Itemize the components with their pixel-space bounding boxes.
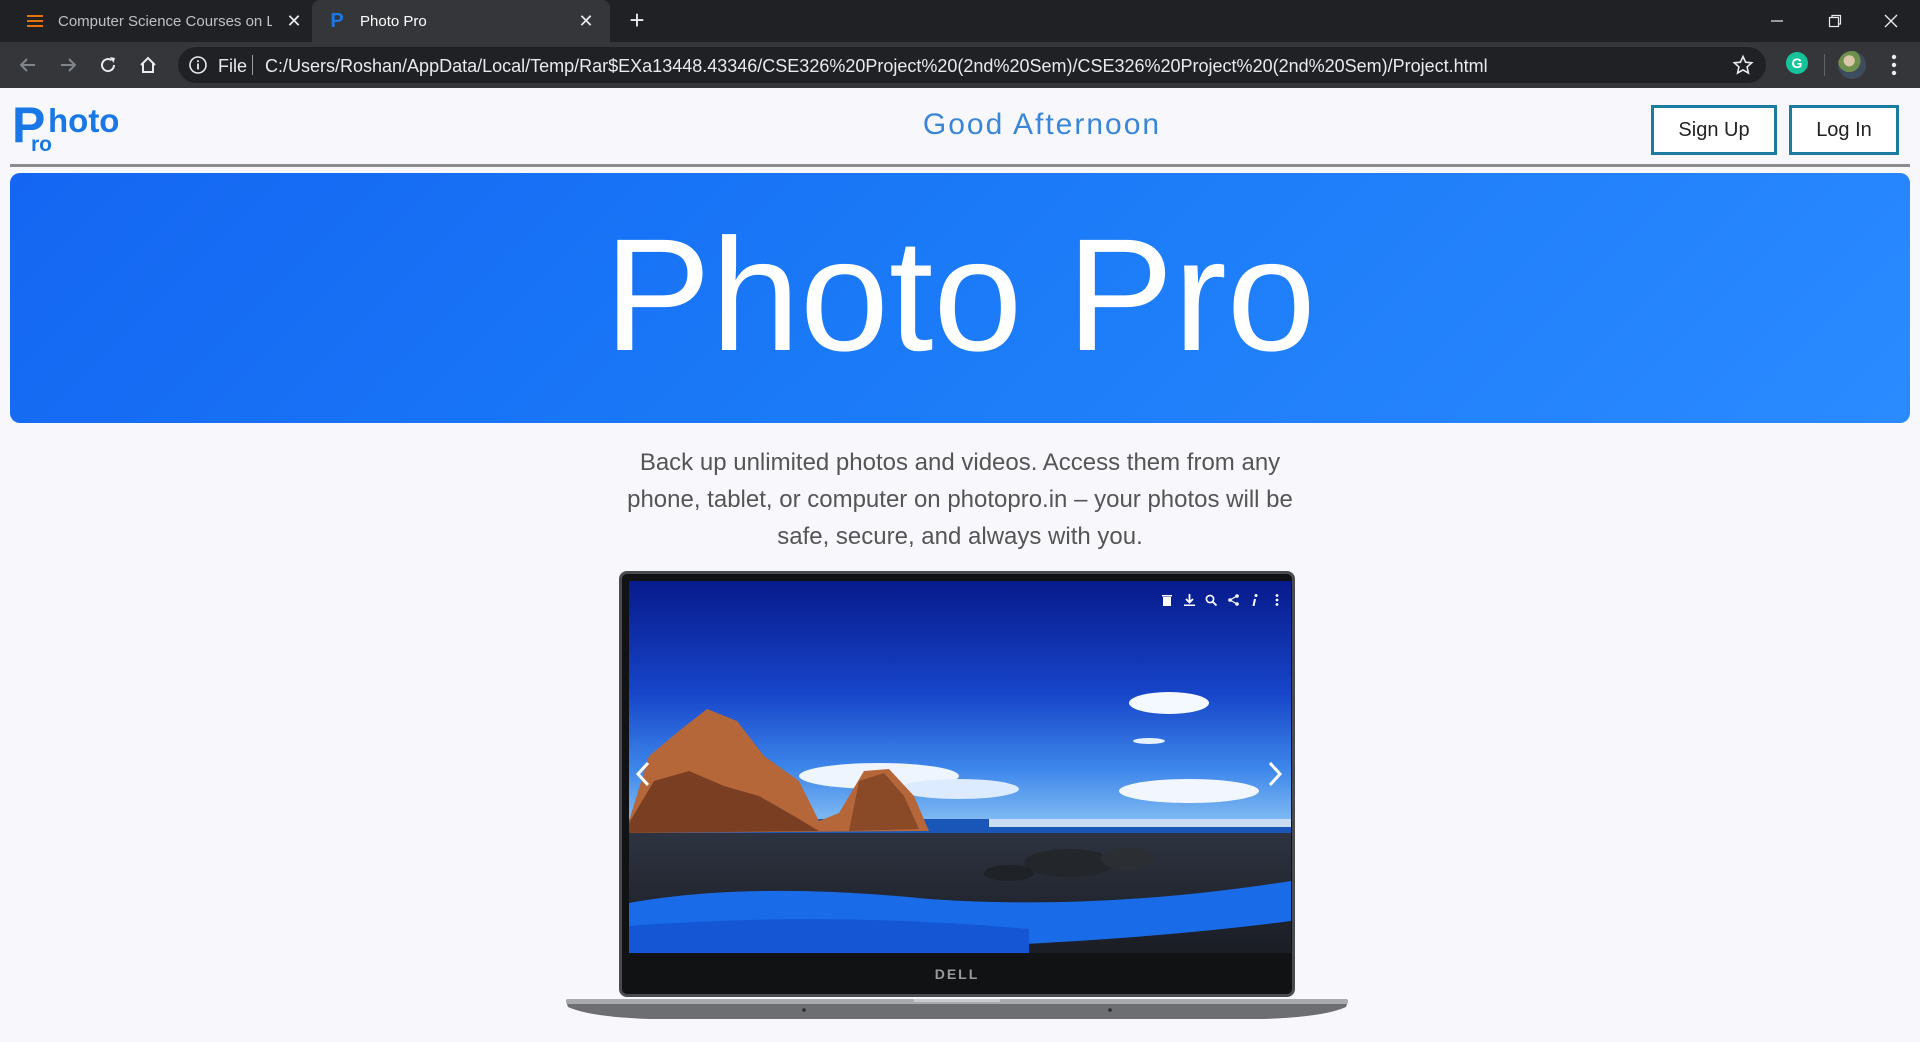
home-icon[interactable] — [134, 51, 162, 79]
share-icon[interactable] — [1227, 593, 1239, 607]
chevron-left-icon[interactable] — [631, 757, 655, 791]
tab-title: Photo Pro — [360, 12, 427, 30]
laptop-base — [564, 995, 1350, 1023]
close-icon[interactable]: ✕ — [284, 11, 304, 31]
minimize-icon[interactable] — [1760, 6, 1794, 36]
zoom-icon[interactable] — [1205, 593, 1217, 607]
profile-avatar[interactable] — [1838, 51, 1866, 79]
more-vert-icon[interactable] — [1271, 593, 1283, 607]
laptop-brand-logo: DELL — [934, 966, 980, 982]
separator — [1824, 54, 1825, 76]
new-tab-button[interactable]: + — [624, 7, 650, 34]
page-content: P hoto ro Good Afternoon Sign Up Log In … — [0, 88, 1920, 1042]
laptop-lid: DELL — [619, 571, 1295, 997]
tab-photo-pro[interactable]: P Photo Pro ✕ — [312, 0, 610, 42]
info-icon[interactable] — [188, 55, 208, 75]
sign-up-button[interactable]: Sign Up — [1651, 105, 1777, 155]
grammarly-extension-icon[interactable]: G — [1786, 52, 1808, 74]
star-icon[interactable] — [1732, 54, 1754, 76]
restore-icon[interactable] — [1818, 6, 1852, 36]
close-icon[interactable]: ✕ — [576, 11, 596, 31]
stacked-lines-icon — [26, 12, 44, 30]
address-bar[interactable]: File C:/Users/Roshan/AppData/Local/Temp/… — [178, 47, 1766, 83]
window-close-icon[interactable] — [1874, 6, 1908, 36]
intro-text: Back up unlimited photos and videos. Acc… — [627, 449, 1293, 550]
browser-tab-strip: Computer Science Courses on Le ✕ P Photo… — [0, 0, 1920, 42]
hero-banner: Photo Pro — [10, 173, 1910, 423]
forward-arrow-icon[interactable] — [54, 51, 82, 79]
scheme-label: File — [218, 56, 248, 76]
laptop-screen-photo — [629, 581, 1291, 953]
info-icon[interactable] — [1249, 593, 1261, 607]
browser-toolbar: File C:/Users/Roshan/AppData/Local/Temp/… — [0, 42, 1920, 88]
log-in-button[interactable]: Log In — [1789, 105, 1899, 155]
photo-viewer-toolbar — [1161, 593, 1283, 607]
header-divider — [10, 164, 1910, 167]
tab-title: Computer Science Courses on Le — [58, 12, 272, 30]
site-header: P hoto ro Good Afternoon Sign Up Log In — [0, 88, 1920, 167]
download-icon[interactable] — [1183, 593, 1195, 607]
chevron-right-icon[interactable] — [1263, 757, 1287, 791]
laptop-mockup: DELL — [564, 571, 1350, 1041]
hero-title: Photo Pro — [604, 205, 1316, 384]
greeting-text: Good Afternoon — [922, 108, 1162, 141]
separator — [252, 55, 253, 75]
back-arrow-icon[interactable] — [14, 51, 42, 79]
tab-computer-science-courses[interactable]: Computer Science Courses on Le ✕ — [10, 0, 306, 42]
reload-icon[interactable] — [94, 51, 122, 79]
url-text[interactable]: C:/Users/Roshan/AppData/Local/Temp/Rar$E… — [265, 56, 1488, 77]
p-letter-icon: P — [330, 9, 344, 32]
kebab-menu-icon[interactable] — [1884, 52, 1904, 78]
trash-icon[interactable] — [1161, 593, 1173, 607]
